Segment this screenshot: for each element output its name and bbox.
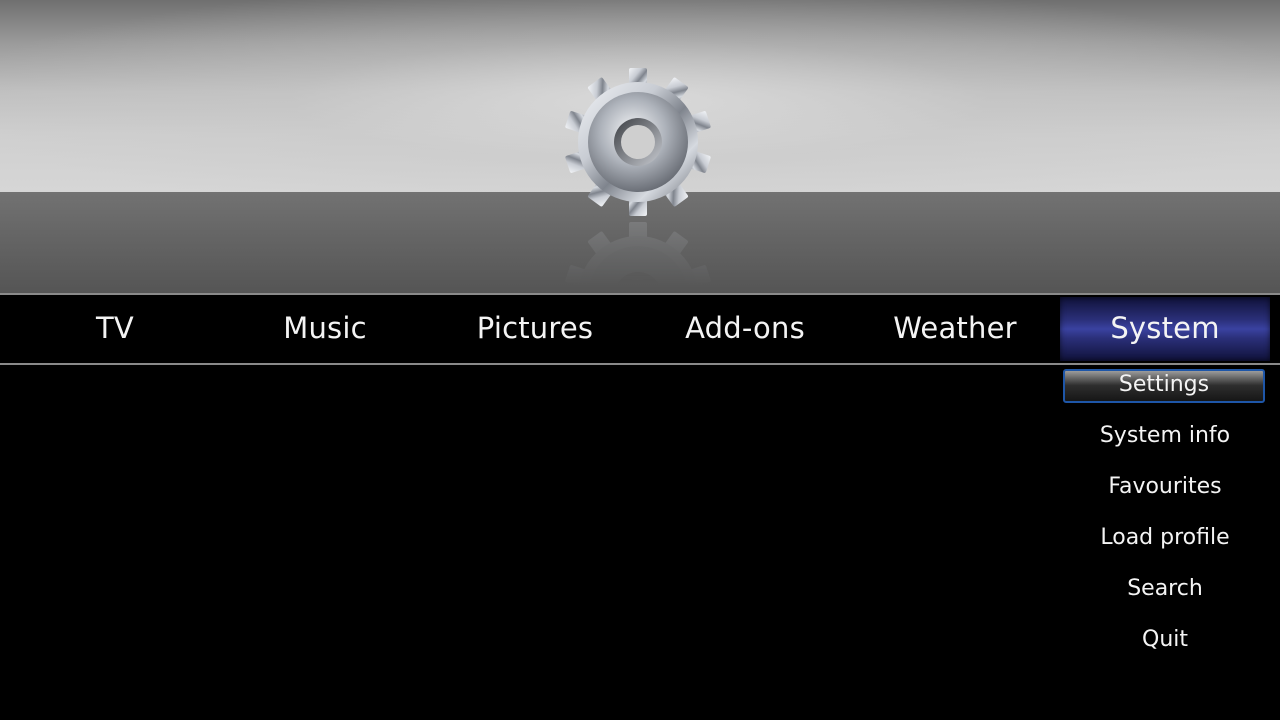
gear-reflection bbox=[565, 222, 711, 293]
kodi-home-screen: TV Music Pictures Add-ons Weather System… bbox=[0, 0, 1280, 720]
gear-icon bbox=[565, 68, 711, 216]
submenu-item-settings[interactable]: Settings bbox=[1063, 369, 1265, 403]
menu-item-weather[interactable]: Weather bbox=[850, 297, 1060, 361]
submenu-item-search[interactable]: Search bbox=[1060, 572, 1270, 606]
submenu-item-quit[interactable]: Quit bbox=[1060, 623, 1270, 657]
menu-item-add-ons[interactable]: Add-ons bbox=[640, 297, 850, 361]
submenu-item-load-profile[interactable]: Load profile bbox=[1060, 521, 1270, 555]
menu-item-system[interactable]: System bbox=[1060, 297, 1270, 361]
menu-item-music[interactable]: Music bbox=[220, 297, 430, 361]
menu-item-pictures[interactable]: Pictures bbox=[430, 297, 640, 361]
submenu-item-system-info[interactable]: System info bbox=[1060, 419, 1270, 453]
menu-item-tv[interactable]: TV bbox=[10, 297, 220, 361]
main-menu: TV Music Pictures Add-ons Weather System bbox=[0, 293, 1280, 365]
submenu-item-favourites[interactable]: Favourites bbox=[1060, 470, 1270, 504]
backdrop-area bbox=[0, 0, 1280, 293]
